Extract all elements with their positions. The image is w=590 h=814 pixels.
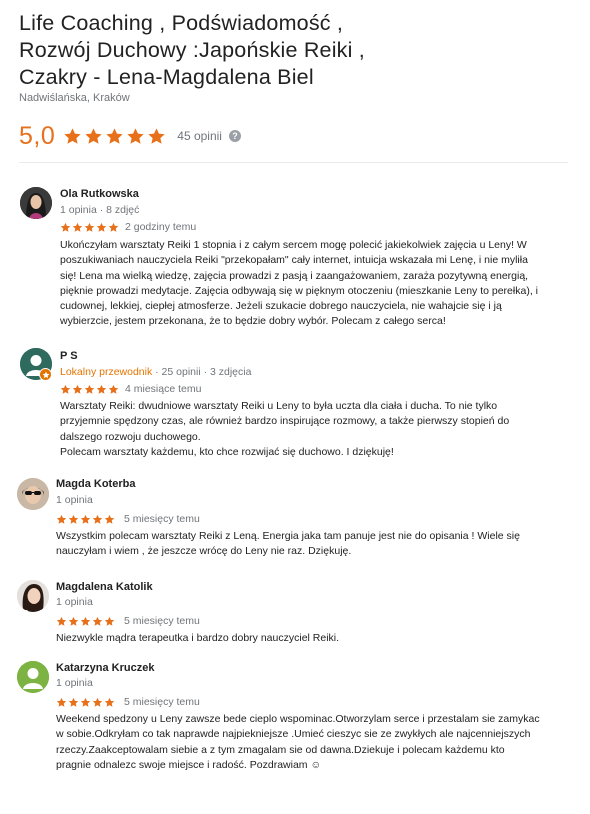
reviewer-name[interactable]: Magdalena Katolik — [56, 581, 153, 593]
review-text: Niezwykle mądra terapeutka i bardzo dobr… — [56, 632, 340, 644]
local-guide-label[interactable]: Lokalny przewodnik — [60, 366, 152, 378]
review-stars — [56, 697, 115, 708]
avatar[interactable] — [17, 661, 49, 693]
star-icon — [60, 222, 71, 232]
person-photo-icon — [17, 580, 49, 612]
star-icon — [72, 222, 83, 232]
rating-stars — [63, 127, 166, 146]
star-icon — [80, 514, 91, 524]
reviewer-meta: 1 opinia — [56, 677, 93, 689]
review-rating: 2 godziny temu — [60, 221, 196, 233]
review-stars — [56, 514, 115, 525]
reviewer-meta: 1 opinia — [56, 494, 93, 506]
star-icon — [92, 697, 103, 707]
place-title: Life Coaching , Podświadomość , Rozwój D… — [19, 11, 365, 89]
star-icon — [56, 697, 67, 707]
reviewer-meta-counts: · 25 opinii · 3 zdjęcia — [152, 366, 252, 378]
reviewer-meta: 1 opinia — [56, 596, 93, 608]
review-rating: 5 miesięcy temu — [56, 615, 200, 627]
review-date: 2 godziny temu — [125, 221, 197, 233]
review-rating: 5 miesięcy temu — [56, 696, 200, 708]
review-stars — [60, 222, 119, 233]
star-icon — [85, 127, 102, 144]
review-stars — [60, 384, 119, 395]
review-count-link[interactable]: 45 opinii — [177, 129, 222, 143]
avatar[interactable] — [17, 580, 49, 612]
star-icon — [84, 222, 95, 232]
review-rating: 4 miesiące temu — [60, 383, 201, 395]
star-icon — [108, 222, 119, 232]
star-icon — [127, 127, 144, 144]
star-icon — [68, 616, 79, 626]
rating-value: 5,0 — [19, 121, 56, 150]
star-icon — [68, 514, 79, 524]
review-rating: 5 miesięcy temu — [56, 513, 200, 525]
default-person-icon — [17, 661, 49, 693]
star-icon — [104, 697, 115, 707]
star-icon — [104, 514, 115, 524]
review-text: Ukończyłam warsztaty Reiki 1 stopnia i z… — [60, 239, 538, 328]
star-icon — [84, 384, 95, 394]
review-date: 5 miesięcy temu — [124, 696, 200, 708]
review-stars — [56, 616, 115, 627]
review-date: 4 miesiące temu — [125, 383, 202, 395]
star-icon — [80, 616, 91, 626]
rating-summary: 5,0 45 opinii ? — [19, 118, 241, 154]
reviewer-meta: Lokalny przewodnik · 25 opinii · 3 zdjęc… — [60, 366, 251, 378]
review-text: Warsztaty Reiki: dwudniowe warsztaty Rei… — [60, 400, 510, 458]
star-icon — [96, 222, 107, 232]
star-icon — [104, 616, 115, 626]
star-icon — [64, 127, 81, 144]
star-icon — [106, 127, 123, 144]
review-text: Weekend spedzony u Leny zawsze bede ciep… — [56, 713, 540, 771]
reviewer-name[interactable]: Ola Rutkowska — [60, 188, 139, 200]
star-icon — [68, 697, 79, 707]
star-icon — [56, 616, 67, 626]
star-icon — [92, 616, 103, 626]
local-guide-badge — [39, 368, 52, 381]
star-icon — [108, 384, 119, 394]
review-date: 5 miesięcy temu — [124, 513, 200, 525]
person-photo-icon — [20, 187, 52, 219]
star-icon — [96, 384, 107, 394]
reviewer-meta: 1 opinia · 8 zdjęć — [60, 204, 140, 216]
help-icon[interactable]: ? — [228, 130, 241, 142]
reviewer-name[interactable]: P S — [60, 350, 78, 362]
place-address: Nadwiślańska, Kraków — [19, 92, 130, 104]
person-photo-icon — [17, 478, 49, 510]
reviewer-name[interactable]: Magda Koterba — [56, 478, 135, 490]
star-icon — [80, 697, 91, 707]
star-icon — [148, 127, 165, 144]
avatar[interactable] — [20, 187, 52, 219]
review-date: 5 miesięcy temu — [124, 615, 200, 627]
star-icon — [60, 384, 71, 394]
star-icon — [72, 384, 83, 394]
review-text: Wszystkim polecam warsztaty Reiki z Leną… — [56, 530, 520, 558]
reviewer-name[interactable]: Katarzyna Kruczek — [56, 662, 154, 674]
star-icon — [42, 371, 49, 378]
star-icon — [56, 514, 67, 524]
star-icon — [92, 514, 103, 524]
divider — [19, 162, 568, 163]
avatar[interactable] — [17, 478, 49, 510]
